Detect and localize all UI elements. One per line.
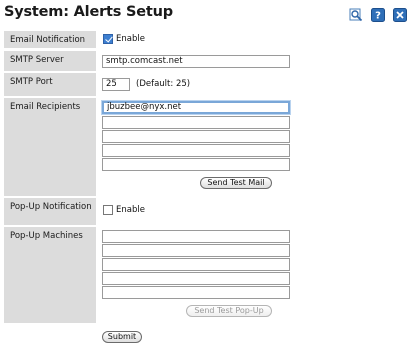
popup-machine-input-1[interactable] bbox=[102, 230, 290, 243]
popup-notification-enable-label: Enable bbox=[116, 205, 145, 215]
popup-notification-checkbox[interactable] bbox=[103, 205, 113, 215]
email-notification-checkbox[interactable] bbox=[103, 34, 113, 44]
popup-machines-label: Pop-Up Machines bbox=[10, 231, 83, 241]
email-notification-enable-label: Enable bbox=[116, 34, 145, 44]
smtp-port-row: SMTP Port bbox=[4, 72, 96, 96]
search-icon[interactable] bbox=[349, 8, 363, 22]
popup-machine-input-3[interactable] bbox=[102, 258, 290, 271]
smtp-port-label: SMTP Port bbox=[10, 77, 53, 87]
popup-machine-input-4[interactable] bbox=[102, 272, 290, 285]
popup-machine-input-5[interactable] bbox=[102, 286, 290, 299]
email-recipients-label: Email Recipients bbox=[10, 102, 81, 112]
email-recipient-input-3[interactable] bbox=[102, 130, 290, 143]
smtp-server-input[interactable]: smtp.comcast.net bbox=[102, 55, 290, 68]
send-test-mail-button[interactable]: Send Test Mail bbox=[200, 177, 272, 189]
email-recipient-input-4[interactable] bbox=[102, 144, 290, 157]
smtp-port-input[interactable]: 25 bbox=[102, 78, 130, 91]
smtp-server-row: SMTP Server bbox=[4, 50, 96, 71]
close-icon[interactable] bbox=[393, 8, 407, 22]
send-test-popup-button[interactable]: Send Test Pop-Up bbox=[186, 305, 272, 317]
popup-machine-input-2[interactable] bbox=[102, 244, 290, 257]
email-notification-label: Email Notification bbox=[10, 35, 86, 45]
email-notification-row: Email Notification bbox=[4, 30, 96, 48]
svg-text:?: ? bbox=[375, 11, 381, 22]
smtp-port-default-hint: (Default: 25) bbox=[136, 79, 191, 89]
help-icon[interactable]: ? bbox=[371, 8, 385, 22]
email-recipients-row: Email Recipients bbox=[4, 97, 96, 196]
page-title: System: Alerts Setup bbox=[4, 4, 173, 20]
email-recipient-input-5[interactable] bbox=[102, 158, 290, 171]
email-recipient-input-2[interactable] bbox=[102, 116, 290, 129]
email-recipient-input-1[interactable]: jbuzbee@nyx.net bbox=[102, 101, 290, 114]
popup-machines-row: Pop-Up Machines bbox=[4, 226, 96, 323]
popup-notification-label: Pop-Up Notification bbox=[10, 202, 92, 212]
popup-notification-row: Pop-Up Notification bbox=[4, 197, 96, 225]
smtp-server-label: SMTP Server bbox=[10, 55, 64, 65]
submit-button[interactable]: Submit bbox=[102, 331, 142, 343]
